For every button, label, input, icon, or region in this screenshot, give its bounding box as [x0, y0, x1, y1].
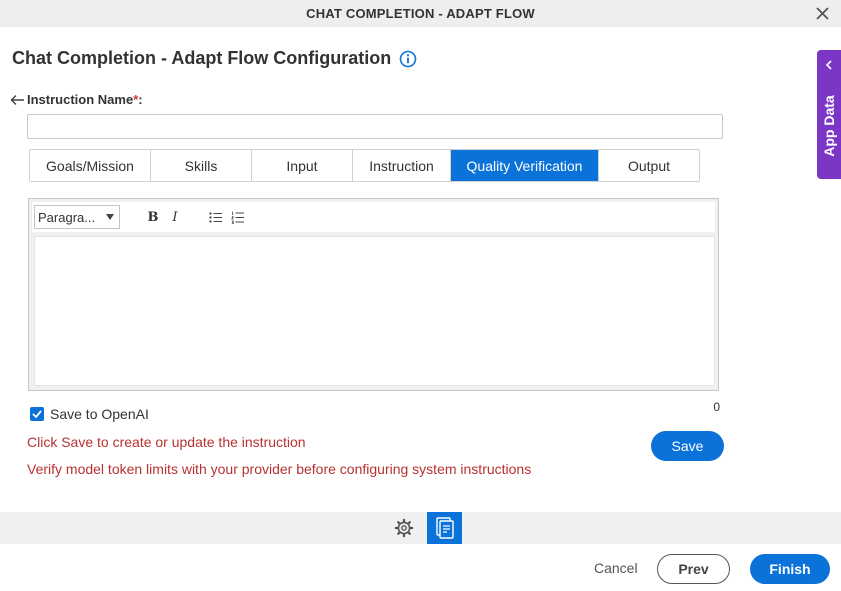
cancel-button[interactable]: Cancel: [594, 560, 638, 576]
save-to-openai-label: Save to OpenAI: [50, 406, 149, 422]
app-data-panel-tab[interactable]: App Data: [817, 50, 841, 179]
tab-quality-verification[interactable]: Quality Verification: [451, 150, 599, 181]
dialog-title: CHAT COMPLETION - ADAPT FLOW: [306, 6, 535, 21]
prev-button[interactable]: Prev: [657, 554, 730, 584]
tab-output[interactable]: Output: [599, 150, 699, 181]
page-title-row: Chat Completion - Adapt Flow Configurati…: [12, 48, 417, 69]
instruction-name-label-row: Instruction Name *:: [10, 92, 143, 107]
rich-text-editor: Paragra... B I: [28, 198, 719, 391]
back-arrow-icon: [10, 94, 24, 105]
italic-icon[interactable]: I: [164, 206, 186, 228]
close-button[interactable]: [813, 4, 831, 22]
page-title: Chat Completion - Adapt Flow Configurati…: [12, 48, 392, 68]
close-icon: [815, 6, 829, 20]
dialog-titlebar: CHAT COMPLETION - ADAPT FLOW: [0, 0, 841, 27]
data-mapping-icon: [435, 517, 454, 539]
label-colon: :: [138, 92, 143, 107]
tab-goals-mission[interactable]: Goals/Mission: [30, 150, 151, 181]
back-arrow-button[interactable]: [10, 94, 25, 106]
checkmark-icon: [32, 410, 42, 418]
bold-icon[interactable]: B: [142, 206, 164, 228]
settings-button[interactable]: [394, 518, 414, 538]
save-to-openai-checkbox[interactable]: [30, 407, 44, 421]
tab-instruction[interactable]: Instruction: [353, 150, 451, 181]
tab-skills[interactable]: Skills: [151, 150, 252, 181]
paragraph-format-select[interactable]: Paragra...: [34, 205, 120, 229]
save-button[interactable]: Save: [651, 431, 724, 461]
editor-content-area[interactable]: [34, 236, 715, 386]
chevron-left-icon: [825, 60, 832, 70]
bullet-list-icon[interactable]: [204, 206, 226, 228]
finish-button[interactable]: Finish: [750, 554, 830, 584]
data-mapping-button[interactable]: [427, 512, 462, 544]
save-to-openai-row: Save to OpenAI: [30, 406, 149, 422]
character-count: 0: [713, 400, 720, 414]
paragraph-format-value: Paragra...: [38, 209, 96, 225]
tab-input[interactable]: Input: [252, 150, 353, 181]
instruction-name-input[interactable]: [27, 114, 723, 139]
save-hint-text: Click Save to create or update the instr…: [27, 434, 306, 450]
editor-toolbar: Paragra... B I: [32, 202, 715, 232]
info-button[interactable]: [399, 50, 417, 68]
info-icon: [399, 50, 417, 67]
token-warning-text: Verify model token limits with your prov…: [27, 461, 532, 477]
numbered-list-icon[interactable]: [226, 206, 248, 228]
caret-down-icon: [106, 214, 114, 220]
gear-icon: [394, 518, 414, 538]
instruction-tabs: Goals/Mission Skills Input Instruction Q…: [29, 149, 700, 182]
instruction-name-label: Instruction Name: [27, 92, 134, 107]
bottom-toolbar: [0, 512, 841, 544]
app-data-label: App Data: [821, 95, 837, 157]
